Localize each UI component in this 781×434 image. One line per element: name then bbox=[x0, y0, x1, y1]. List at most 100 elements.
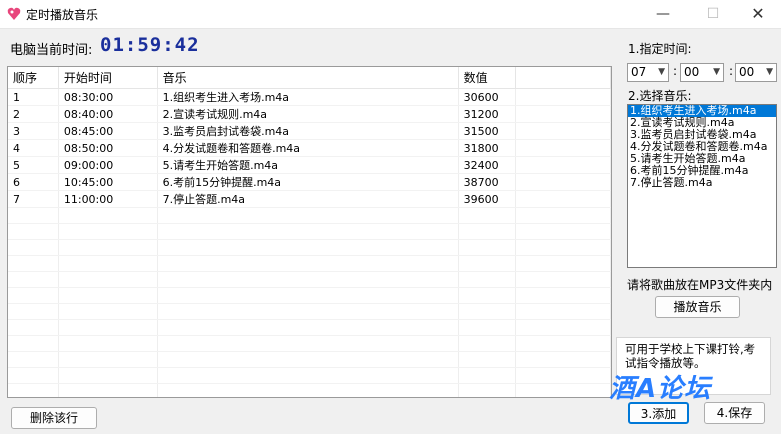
table-cell bbox=[157, 383, 459, 397]
table-cell bbox=[8, 255, 59, 272]
table-row[interactable] bbox=[8, 303, 611, 320]
forum-watermark: 酒A论坛 bbox=[609, 374, 712, 404]
table-cell bbox=[8, 383, 59, 397]
minimize-button[interactable]: — bbox=[640, 0, 686, 28]
table-cell bbox=[458, 271, 516, 288]
clock-value: 01:59:42 bbox=[100, 34, 200, 56]
table-row[interactable] bbox=[8, 271, 611, 288]
table-cell: 09:00:00 bbox=[58, 156, 158, 174]
table-cell bbox=[58, 287, 158, 304]
table-cell: 32400 bbox=[458, 156, 516, 174]
table-cell bbox=[8, 367, 59, 384]
table-cell: 31500 bbox=[458, 122, 516, 140]
table-cell bbox=[157, 287, 459, 304]
table-cell bbox=[515, 255, 611, 272]
table-cell: 11:00:00 bbox=[58, 190, 158, 208]
table-row[interactable] bbox=[8, 319, 611, 336]
table-cell bbox=[515, 190, 611, 208]
table-row[interactable] bbox=[8, 335, 611, 352]
save-button[interactable]: 4.保存 bbox=[704, 402, 765, 424]
table-cell: 5.请考生开始答题.m4a bbox=[157, 156, 459, 174]
table-row[interactable] bbox=[8, 351, 611, 368]
table-cell bbox=[515, 271, 611, 288]
table-cell: 6.考前15分钟提醒.m4a bbox=[157, 173, 459, 191]
time-select-label: 1.指定时间: bbox=[628, 42, 692, 56]
table-cell bbox=[58, 207, 158, 224]
table-cell bbox=[157, 319, 459, 336]
add-button[interactable]: 3.添加 bbox=[628, 402, 689, 424]
music-listbox[interactable]: 1.组织考生进入考场.m4a 2.宣读考试规则.m4a 3.监考员启封试卷袋.m4a… bbox=[627, 104, 777, 268]
table-cell bbox=[458, 335, 516, 352]
table-cell bbox=[515, 287, 611, 304]
table-cell bbox=[458, 207, 516, 224]
table-cell: 08:45:00 bbox=[58, 122, 158, 140]
table-cell: 4.分发试题卷和答题卷.m4a bbox=[157, 139, 459, 157]
table-row[interactable] bbox=[8, 287, 611, 304]
second-value: 00 bbox=[739, 65, 755, 79]
table-row[interactable]: 7 11:00:00 7.停止答题.m4a 39600 bbox=[8, 190, 611, 208]
table-cell bbox=[157, 303, 459, 320]
table-cell: 39600 bbox=[458, 190, 516, 208]
table-cell bbox=[515, 239, 611, 256]
table-row[interactable] bbox=[8, 223, 611, 240]
table-cell bbox=[8, 287, 59, 304]
table-row[interactable] bbox=[8, 383, 611, 397]
title-bar: 定时播放音乐 — ☐ ✕ bbox=[0, 0, 781, 29]
table-cell bbox=[8, 319, 59, 336]
table-cell bbox=[515, 122, 611, 140]
table-cell bbox=[58, 351, 158, 368]
table-cell bbox=[515, 139, 611, 157]
mp3-folder-hint: 请将歌曲放在MP3文件夹内 bbox=[627, 278, 773, 292]
table-cell: 1 bbox=[8, 88, 59, 106]
table-cell: 08:40:00 bbox=[58, 105, 158, 123]
table-cell bbox=[8, 223, 59, 240]
table-cell bbox=[515, 88, 611, 106]
table-cell: 7 bbox=[8, 190, 59, 208]
window-title: 定时播放音乐 bbox=[26, 8, 99, 22]
usage-note-text: 可用于学校上下课打铃,考试指令播放等。 bbox=[625, 342, 756, 370]
delete-row-button[interactable]: 删除该行 bbox=[11, 407, 97, 429]
minute-value: 00 bbox=[684, 65, 700, 79]
table-row[interactable] bbox=[8, 367, 611, 384]
table-cell bbox=[515, 156, 611, 174]
play-music-button[interactable]: 播放音乐 bbox=[655, 296, 740, 318]
music-list-item[interactable]: 7.停止答题.m4a bbox=[628, 177, 776, 189]
table-row[interactable]: 3 08:45:00 3.监考员启封试卷袋.m4a 31500 bbox=[8, 122, 611, 140]
column-header-empty[interactable] bbox=[515, 67, 611, 89]
column-header-start-time[interactable]: 开始时间 bbox=[58, 67, 158, 89]
app-window: 定时播放音乐 — ☐ ✕ 电脑当前时间: 01:59:42 顺序 开始时间 音乐… bbox=[0, 0, 781, 434]
table-cell bbox=[8, 351, 59, 368]
table-cell bbox=[157, 239, 459, 256]
table-row[interactable]: 2 08:40:00 2.宣读考试规则.m4a 31200 bbox=[8, 105, 611, 123]
maximize-button[interactable]: ☐ bbox=[690, 0, 736, 28]
table-cell bbox=[8, 239, 59, 256]
table-cell: 10:45:00 bbox=[58, 173, 158, 191]
column-header-order[interactable]: 顺序 bbox=[8, 67, 59, 89]
table-row[interactable]: 4 08:50:00 4.分发试题卷和答题卷.m4a 31800 bbox=[8, 139, 611, 157]
table-cell bbox=[458, 223, 516, 240]
minute-select[interactable]: 00 ▼ bbox=[680, 63, 724, 82]
table-row[interactable]: 6 10:45:00 6.考前15分钟提醒.m4a 38700 bbox=[8, 173, 611, 191]
table-cell bbox=[458, 255, 516, 272]
table-cell bbox=[515, 207, 611, 224]
table-cell bbox=[515, 223, 611, 240]
table-cell bbox=[58, 303, 158, 320]
table-row[interactable] bbox=[8, 239, 611, 256]
table-cell: 38700 bbox=[458, 173, 516, 191]
hour-select[interactable]: 07 ▼ bbox=[627, 63, 669, 82]
column-header-value[interactable]: 数值 bbox=[458, 67, 516, 89]
table-row[interactable]: 5 09:00:00 5.请考生开始答题.m4a 32400 bbox=[8, 156, 611, 174]
table-row[interactable] bbox=[8, 207, 611, 224]
table-row[interactable] bbox=[8, 255, 611, 272]
table-cell bbox=[515, 351, 611, 368]
close-button[interactable]: ✕ bbox=[735, 0, 781, 28]
chevron-down-icon: ▼ bbox=[713, 67, 720, 77]
table-cell bbox=[458, 319, 516, 336]
table-cell bbox=[458, 367, 516, 384]
table-cell bbox=[515, 303, 611, 320]
schedule-table[interactable]: 顺序 开始时间 音乐 数值 1 08:30:00 1.组织考生进入考场.m4a 306… bbox=[7, 66, 612, 398]
column-header-music[interactable]: 音乐 bbox=[157, 67, 459, 89]
table-row[interactable]: 1 08:30:00 1.组织考生进入考场.m4a 30600 bbox=[8, 88, 611, 106]
table-cell bbox=[58, 335, 158, 352]
second-select[interactable]: 00 ▼ bbox=[735, 63, 777, 82]
